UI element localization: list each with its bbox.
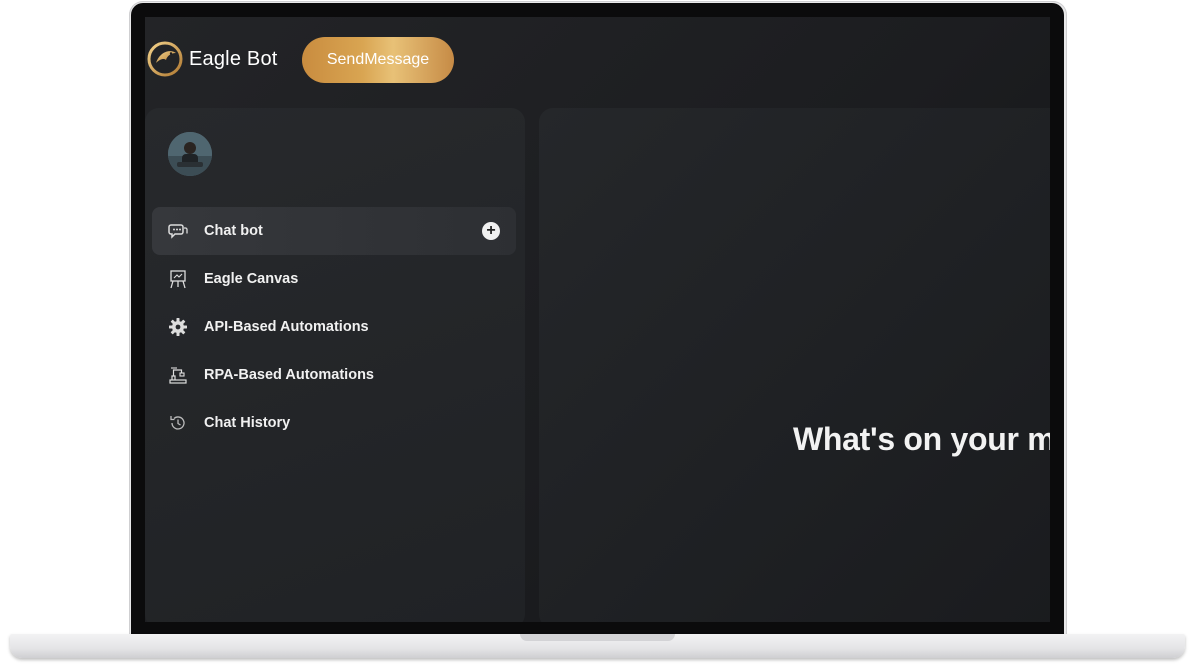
sidebar-item-api-automations[interactable]: API-Based Automations (152, 303, 516, 351)
app-screen: Eagle Bot SendMessage Chat bot + Eagle C… (145, 17, 1050, 622)
eagle-logo-icon (147, 41, 183, 77)
sidebar-item-label: RPA-Based Automations (204, 367, 374, 383)
welcome-headline: What's on your m (793, 421, 1050, 457)
chat-bubbles-icon (168, 221, 188, 241)
brand[interactable]: Eagle Bot (147, 41, 278, 77)
sidebar-item-chat-history[interactable]: Chat History (152, 399, 516, 447)
main-panel: What's on your m (539, 108, 1050, 622)
history-icon (168, 413, 188, 433)
sidebar: Chat bot + Eagle Canvas API-Based Automa… (145, 108, 525, 622)
send-message-button[interactable]: SendMessage (302, 37, 454, 83)
sidebar-item-label: Chat History (204, 415, 291, 431)
avatar[interactable] (168, 132, 212, 176)
presentation-board-icon (168, 269, 188, 289)
add-chat-icon[interactable]: + (482, 222, 500, 240)
gear-icon (168, 317, 188, 337)
laptop-notch (520, 634, 675, 641)
sidebar-item-label: Eagle Canvas (204, 271, 299, 287)
sidebar-item-rpa-automations[interactable]: RPA-Based Automations (152, 351, 516, 399)
app-name: Eagle Bot (189, 47, 278, 70)
avatar-image (168, 132, 212, 176)
sidebar-item-label: API-Based Automations (204, 319, 369, 335)
sidebar-item-chat-bot[interactable]: Chat bot + (152, 207, 516, 255)
sidebar-item-eagle-canvas[interactable]: Eagle Canvas (152, 255, 516, 303)
robot-arm-icon (168, 365, 188, 385)
sidebar-item-label: Chat bot (204, 223, 263, 239)
sidebar-nav: Chat bot + Eagle Canvas API-Based Automa… (152, 207, 516, 447)
